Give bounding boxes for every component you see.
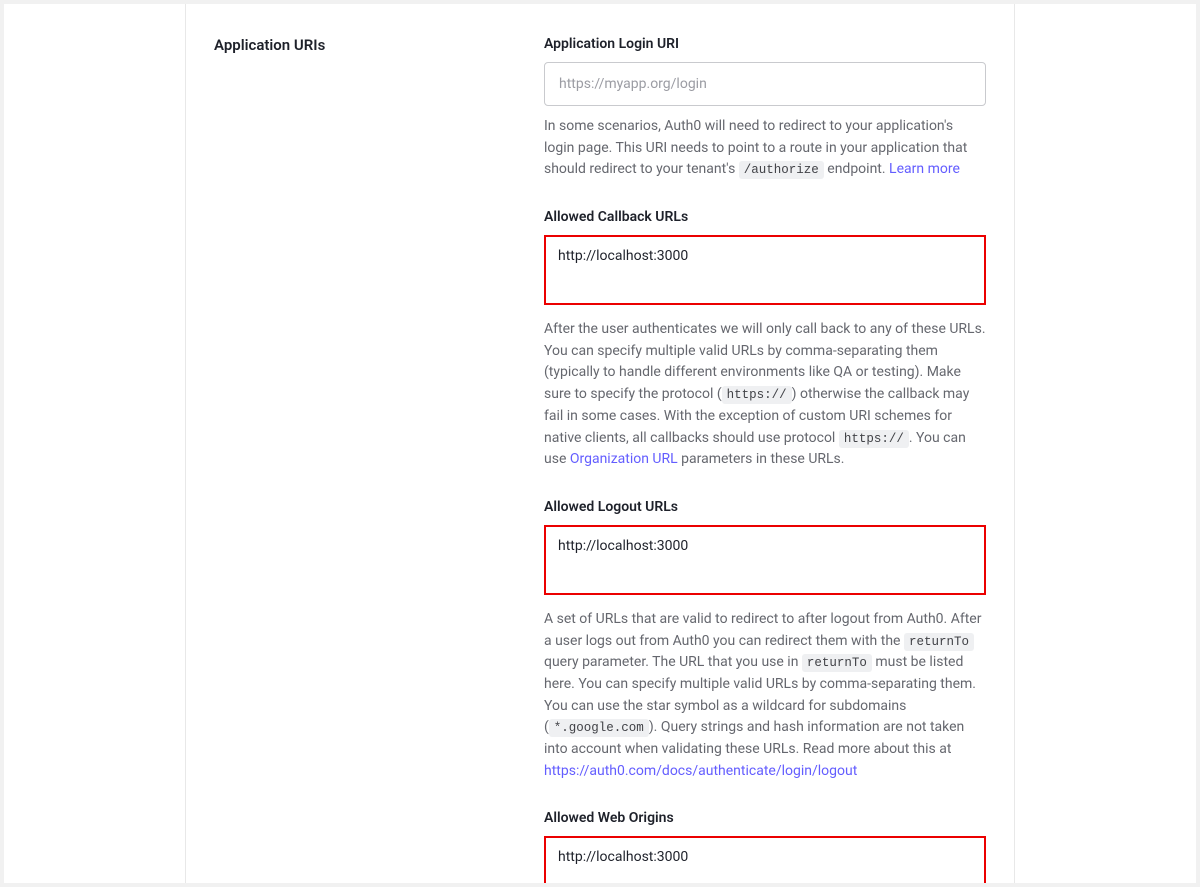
field-login-uri: Application Login URI In some scenarios,… — [544, 36, 986, 181]
fields-column: Application Login URI In some scenarios,… — [544, 36, 986, 883]
callback-help: After the user authenticates we will onl… — [544, 319, 986, 471]
callback-label: Allowed Callback URLs — [544, 209, 986, 225]
field-web-origins: Allowed Web Origins Comma-separated list… — [544, 810, 986, 883]
returnto-code: returnTo — [904, 633, 974, 651]
https-code-2: https:// — [839, 430, 909, 448]
field-logout-urls: Allowed Logout URLs A set of URLs that a… — [544, 499, 986, 783]
web-origins-label: Allowed Web Origins — [544, 810, 986, 826]
logout-docs-link[interactable]: https://auth0.com/docs/authenticate/logi… — [544, 763, 857, 779]
section-title: Application URIs — [214, 36, 544, 54]
authorize-code: /authorize — [739, 161, 824, 179]
content-container: Application URIs Application Login URI I… — [185, 4, 1015, 883]
callback-input[interactable] — [544, 235, 986, 305]
settings-page: Application URIs Application Login URI I… — [4, 4, 1196, 883]
https-code: https:// — [722, 386, 792, 404]
login-uri-input[interactable] — [544, 62, 986, 106]
organization-url-link[interactable]: Organization URL — [570, 451, 678, 467]
web-origins-input[interactable] — [544, 836, 986, 883]
login-uri-help: In some scenarios, Auth0 will need to re… — [544, 116, 986, 181]
logout-input[interactable] — [544, 525, 986, 595]
returnto-code-2: returnTo — [802, 654, 872, 672]
logout-help: A set of URLs that are valid to redirect… — [544, 609, 986, 783]
wildcard-code: *.google.com — [549, 719, 649, 737]
field-callback-urls: Allowed Callback URLs After the user aut… — [544, 209, 986, 471]
login-uri-label: Application Login URI — [544, 36, 986, 52]
learn-more-link[interactable]: Learn more — [889, 161, 960, 177]
logout-label: Allowed Logout URLs — [544, 499, 986, 515]
section-title-column: Application URIs — [214, 36, 544, 883]
